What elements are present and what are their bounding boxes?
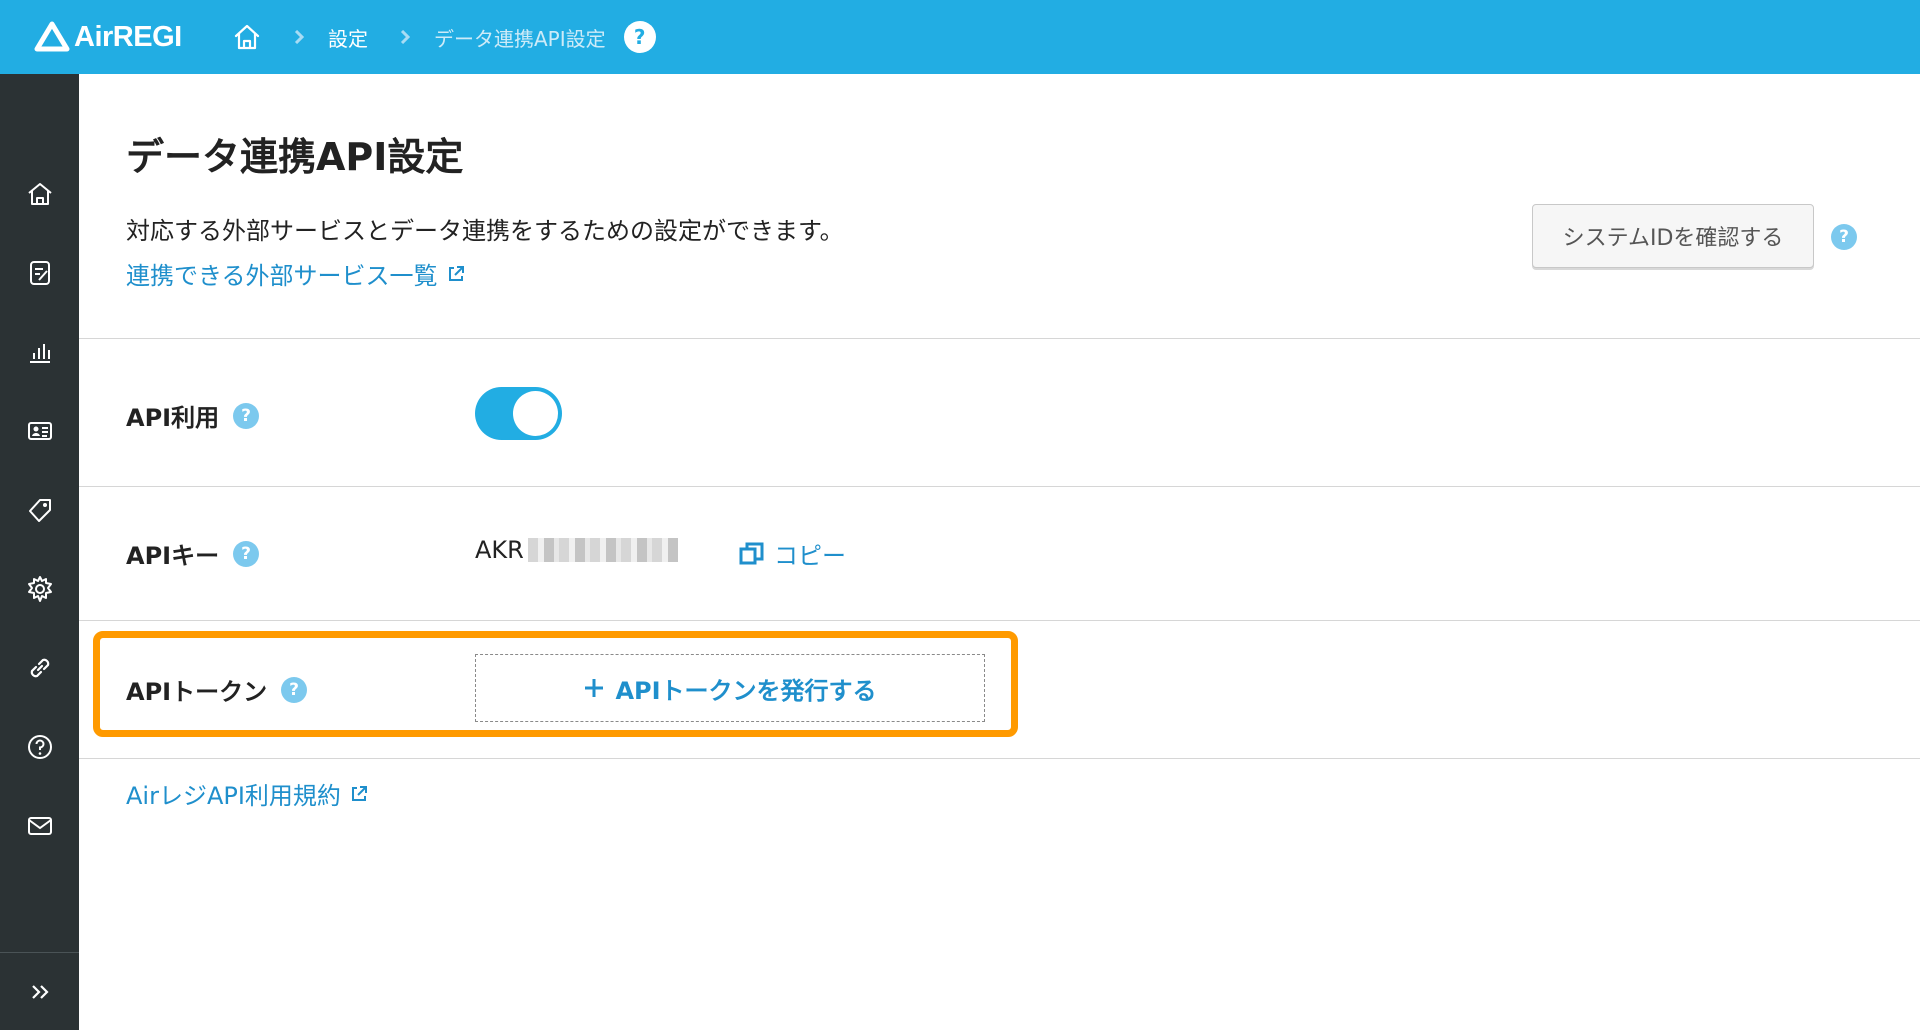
main-content: データ連携API設定 対応する外部サービスとデータ連携をするための設定ができます… <box>79 74 1920 1030</box>
divider <box>79 758 1920 759</box>
register-report-icon <box>29 261 50 285</box>
external-link-icon <box>448 265 464 281</box>
customer-card-icon <box>27 422 52 440</box>
sidebar-item-items[interactable] <box>0 480 79 540</box>
api-terms-link-label: AirレジAPI利用規約 <box>126 782 341 810</box>
mail-icon <box>27 817 52 835</box>
sidebar-expand-button[interactable] <box>0 962 79 1022</box>
sidebar-item-analytics[interactable] <box>0 322 79 382</box>
issue-api-token-label: APIトークンを発行する <box>615 676 877 705</box>
issue-api-token-button[interactable]: APIトークンを発行する <box>475 654 985 722</box>
sidebar-item-settings[interactable] <box>0 559 79 619</box>
analytics-icon <box>29 344 50 363</box>
double-chevron-right-icon <box>31 985 49 999</box>
airregi-logo[interactable]: AirREGI <box>34 18 182 56</box>
logo-triangle-icon <box>34 21 70 52</box>
link-icon <box>30 658 49 678</box>
sidebar-item-messages[interactable] <box>0 796 79 856</box>
divider <box>79 486 1920 487</box>
api-terms-link[interactable]: AirレジAPI利用規約 <box>126 776 369 811</box>
api-usage-row: API利用 ? <box>126 398 260 433</box>
api-token-help-icon[interactable]: ? <box>281 676 308 703</box>
sidebar <box>0 74 79 1030</box>
logo-text: AirREGI <box>74 20 182 53</box>
external-link-icon <box>351 785 367 801</box>
divider <box>79 620 1920 621</box>
top-header: AirREGI 設定 データ連携API設定 ? <box>0 0 1920 74</box>
external-services-link-label: 連携できる外部サービス一覧 <box>126 262 438 290</box>
toggle-knob <box>513 391 558 436</box>
api-token-row: APIトークン ? <box>126 672 308 707</box>
system-id-help-icon[interactable]: ? <box>1831 224 1857 250</box>
gear-icon <box>27 576 52 602</box>
chevron-right-icon <box>400 30 411 44</box>
api-key-help-icon[interactable]: ? <box>233 540 260 567</box>
external-services-link[interactable]: 連携できる外部サービス一覧 <box>126 256 466 291</box>
api-key-prefix: AKR <box>475 536 524 564</box>
api-key-row: APIキー ? <box>126 536 260 571</box>
api-usage-label: API利用 <box>126 404 220 432</box>
header-help-icon[interactable]: ? <box>623 21 656 53</box>
chevron-right-icon <box>294 30 305 44</box>
home-icon <box>27 183 52 205</box>
check-system-id-button[interactable]: システムIDを確認する <box>1532 204 1814 268</box>
sidebar-item-home[interactable] <box>0 164 79 224</box>
copy-api-key-button[interactable]: コピー <box>738 536 846 571</box>
page-title: データ連携API設定 <box>126 135 464 179</box>
breadcrumb-settings[interactable]: 設定 <box>328 23 368 52</box>
copy-label: コピー <box>774 542 846 570</box>
sidebar-item-help[interactable] <box>0 717 79 777</box>
api-key-value: AKR <box>475 536 678 564</box>
help-icon <box>27 735 52 759</box>
api-key-masked <box>527 538 678 562</box>
plus-icon <box>585 679 604 697</box>
copy-icon <box>739 542 764 564</box>
sidebar-item-customers[interactable] <box>0 401 79 461</box>
sidebar-item-integrations[interactable] <box>0 638 79 698</box>
api-token-label: APIトークン <box>126 678 268 706</box>
tag-icon <box>28 499 51 522</box>
page-description: 対応する外部サービスとデータ連携をするための設定ができます。 <box>126 217 844 245</box>
breadcrumb-home-icon[interactable] <box>232 22 262 52</box>
divider <box>79 338 1920 339</box>
sidebar-divider <box>0 952 79 953</box>
api-usage-toggle[interactable] <box>475 387 562 440</box>
breadcrumb-current-page: データ連携API設定 <box>434 26 606 51</box>
api-key-label: APIキー <box>126 542 220 570</box>
api-usage-help-icon[interactable]: ? <box>233 402 260 429</box>
breadcrumb: 設定 データ連携API設定 ? <box>232 16 656 58</box>
sidebar-item-register[interactable] <box>0 243 79 303</box>
